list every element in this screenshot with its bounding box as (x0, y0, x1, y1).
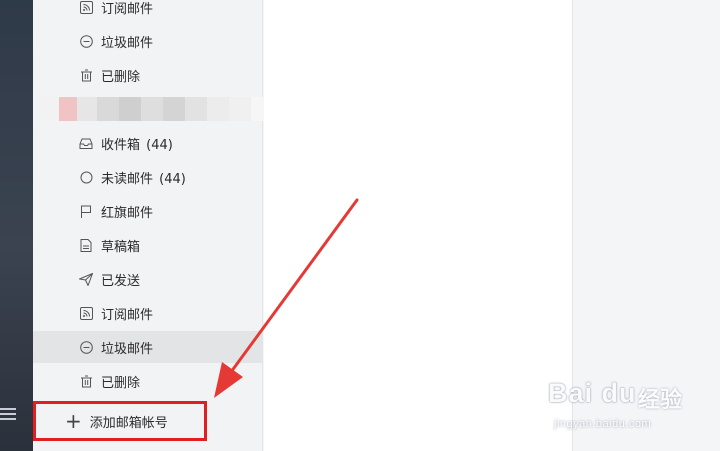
sidebar-item-label: 垃圾邮件 (101, 35, 154, 51)
trash-icon (79, 68, 93, 82)
sidebar-item-label: 草稿箱 (101, 239, 141, 255)
sidebar-item-label: 已删除 (101, 69, 141, 85)
menu-icon[interactable] (0, 408, 16, 422)
mail-list-pane (264, 0, 573, 451)
sidebar-item-flagged[interactable]: 红旗邮件 (33, 195, 263, 227)
trash-icon (79, 374, 93, 388)
unread-count: (44) (159, 171, 186, 187)
sidebar-item-deleted[interactable]: 已删除 (33, 365, 263, 397)
add-account-label: 添加邮箱帐号 (89, 415, 168, 431)
sidebar-item-subscriptions[interactable]: 订阅邮件 (33, 0, 263, 23)
sidebar-item-deleted[interactable]: 已删除 (33, 59, 263, 91)
watermark-url: jingyan.baidu.com (554, 418, 652, 430)
sidebar-item-inbox[interactable]: 收件箱 (44) (33, 127, 263, 159)
left-rail (0, 0, 33, 451)
plus-icon: + (65, 409, 82, 433)
minus-circle-icon (79, 340, 93, 354)
inbox-icon (79, 136, 93, 150)
sidebar-item-label: 红旗邮件 (101, 205, 154, 221)
baidu-watermark: Bai du 经验 jingyan.baidu.com (548, 378, 718, 440)
send-icon (79, 272, 93, 286)
sidebar-item-label: 订阅邮件 (101, 307, 154, 323)
sidebar-item-spam[interactable]: 垃圾邮件 (33, 25, 263, 57)
sidebar-item-drafts[interactable]: 草稿箱 (33, 229, 263, 261)
flag-icon (79, 204, 93, 218)
rss-icon (79, 306, 93, 320)
sidebar-item-subscriptions[interactable]: 订阅邮件 (33, 297, 263, 329)
sidebar-item-label: 垃圾邮件 (101, 341, 154, 357)
sidebar-item-label: 已发送 (101, 273, 141, 289)
sidebar-item-spam[interactable]: 垃圾邮件 (33, 331, 263, 363)
rss-icon (79, 0, 93, 14)
unread-count: (44) (146, 137, 173, 153)
sidebar-item-sent[interactable]: 已发送 (33, 263, 263, 295)
watermark-brand-cn: 经验 (638, 388, 683, 413)
sidebar-item-label: 订阅邮件 (101, 1, 154, 17)
watermark-brand: Bai du (548, 378, 637, 408)
account-header-redacted[interactable] (41, 97, 273, 121)
draft-icon (79, 238, 93, 252)
add-account-button[interactable]: + 添加邮箱帐号 (33, 401, 207, 441)
sidebar-item-label: 已删除 (101, 375, 141, 391)
minus-circle-icon (79, 34, 93, 48)
sidebar-item-label: 收件箱 (101, 137, 141, 153)
sidebar-item-unread[interactable]: 未读邮件 (44) (33, 161, 263, 193)
sidebar-item-label: 未读邮件 (101, 171, 154, 187)
sidebar: 订阅邮件 垃圾邮件 已删除 收件箱 (44) 未读邮件 (44) 红旗邮件 草稿… (33, 0, 269, 451)
circle-icon (79, 170, 93, 184)
